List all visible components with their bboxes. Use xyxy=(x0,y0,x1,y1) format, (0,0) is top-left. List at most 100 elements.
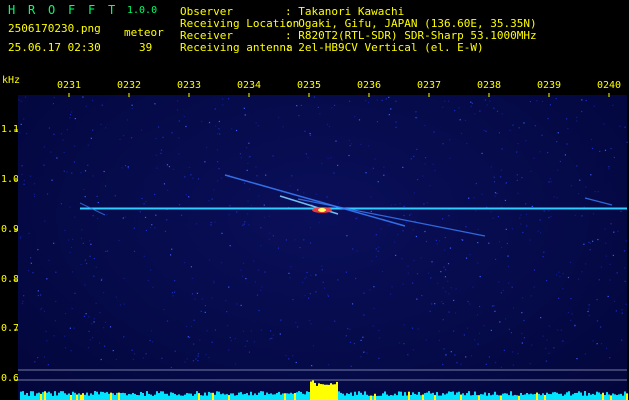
noise-floor-sample xyxy=(390,395,392,400)
noise-floor-sample xyxy=(28,395,30,400)
noise-floor-sample xyxy=(448,391,450,400)
noise-floor-sample xyxy=(180,395,182,400)
noise-speck xyxy=(403,205,405,207)
noise-floor-sample xyxy=(88,395,90,400)
noise-speck xyxy=(521,342,523,344)
noise-floor-sample xyxy=(594,394,596,400)
noise-speck xyxy=(302,281,304,284)
noise-speck xyxy=(368,101,370,104)
noise-speck xyxy=(479,110,481,112)
noise-speck xyxy=(214,125,217,127)
noise-speck xyxy=(585,186,587,188)
noise-speck xyxy=(141,197,143,200)
noise-speck xyxy=(204,161,206,163)
noise-floor-sample xyxy=(158,393,160,400)
noise-speck xyxy=(623,250,626,252)
noise-speck xyxy=(70,350,72,352)
noise-speck xyxy=(415,111,417,113)
noise-speck xyxy=(29,175,32,177)
noise-speck xyxy=(426,202,428,204)
noise-speck xyxy=(493,305,495,307)
noise-floor-sample xyxy=(308,392,310,400)
noise-floor-sample xyxy=(122,392,124,400)
noise-speck xyxy=(331,107,333,109)
noise-speck xyxy=(160,149,163,151)
noise-speck xyxy=(353,342,356,345)
noise-speck xyxy=(69,327,71,329)
noise-floor-sample xyxy=(138,395,140,400)
noise-floor-sample xyxy=(386,394,388,400)
noise-speck xyxy=(444,269,447,271)
noise-speck xyxy=(71,111,73,113)
noise-floor-sample xyxy=(282,393,284,400)
noise-speck xyxy=(295,361,297,364)
noise-floor-sample xyxy=(162,391,164,400)
noise-speck xyxy=(145,353,147,355)
noise-speck xyxy=(517,352,519,355)
noise-speck xyxy=(74,216,76,218)
noise-speck xyxy=(96,195,98,198)
noise-speck xyxy=(268,215,270,217)
noise-floor-sample xyxy=(562,395,564,400)
noise-speck xyxy=(516,174,518,176)
noise-floor-sample xyxy=(114,394,116,400)
noise-speck xyxy=(345,271,347,273)
noise-floor-sample xyxy=(288,393,290,400)
noise-floor-sample xyxy=(586,395,588,400)
noise-floor-sample xyxy=(324,384,326,400)
noise-speck xyxy=(103,345,106,347)
noise-speck xyxy=(306,271,308,274)
noise-speck xyxy=(190,174,192,176)
noise-speck xyxy=(523,122,525,124)
noise-floor-sample xyxy=(70,395,72,400)
noise-speck xyxy=(131,107,133,110)
noise-speck xyxy=(73,327,75,329)
noise-speck xyxy=(525,140,527,142)
noise-speck xyxy=(43,164,45,166)
noise-floor-sample xyxy=(552,392,554,400)
noise-floor-sample xyxy=(600,394,602,400)
noise-speck xyxy=(144,216,147,219)
noise-speck xyxy=(256,175,258,177)
noise-speck xyxy=(70,246,73,249)
noise-speck xyxy=(208,200,210,202)
noise-speck xyxy=(453,330,455,332)
noise-speck xyxy=(154,227,156,229)
noise-speck xyxy=(69,251,71,254)
noise-speck xyxy=(66,171,68,173)
noise-speck xyxy=(37,294,39,297)
noise-speck xyxy=(372,167,374,169)
noise-speck xyxy=(279,333,281,335)
noise-speck xyxy=(312,345,314,347)
noise-speck xyxy=(318,221,320,224)
noise-floor-sample xyxy=(146,391,148,400)
noise-speck xyxy=(525,224,528,226)
noise-speck xyxy=(581,271,583,273)
noise-speck xyxy=(289,200,292,202)
noise-floor-sample xyxy=(482,394,484,400)
noise-floor-sample xyxy=(214,394,216,400)
noise-floor-sample xyxy=(366,394,368,400)
noise-speck xyxy=(280,319,282,321)
noise-speck xyxy=(610,223,612,225)
noise-speck xyxy=(169,254,172,256)
noise-floor-sample xyxy=(134,393,136,400)
noise-speck xyxy=(592,340,594,342)
noise-floor-sample xyxy=(500,395,502,400)
noise-floor-sample xyxy=(86,392,88,400)
noise-speck xyxy=(511,228,514,230)
noise-speck xyxy=(559,160,561,163)
noise-speck xyxy=(112,349,114,352)
noise-speck xyxy=(520,223,522,225)
noise-speck xyxy=(67,239,70,241)
noise-floor-sample xyxy=(304,394,306,400)
noise-speck xyxy=(21,302,24,305)
noise-speck xyxy=(241,275,244,277)
noise-speck xyxy=(106,214,108,216)
noise-speck xyxy=(391,286,393,288)
noise-speck xyxy=(395,121,397,123)
noise-speck xyxy=(588,241,590,244)
noise-speck xyxy=(577,278,580,280)
noise-floor-sample xyxy=(262,391,264,400)
noise-floor-sample xyxy=(156,391,158,400)
